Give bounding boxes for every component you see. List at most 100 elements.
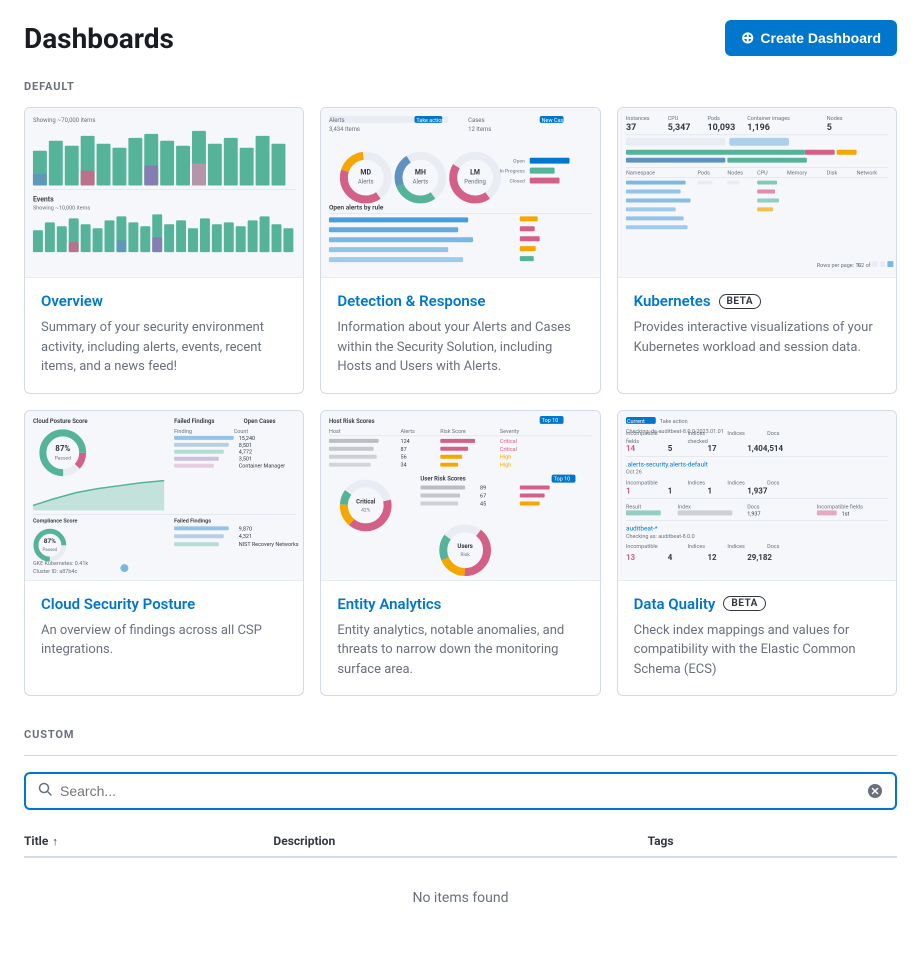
svg-text:87%: 87% [44,537,56,545]
card-preview-kubernetes: Instances CPU Pods Container images Node… [618,108,896,278]
svg-text:CPU: CPU [667,116,678,122]
svg-text:87: 87 [401,446,407,452]
default-section-label: DEFAULT [24,80,897,93]
table-header: Title ↑ Description Tags [24,826,897,858]
card-title-entity-analytics: Entity Analytics [337,595,583,613]
svg-text:9,870: 9,870 [239,526,252,532]
svg-text:Cloud Posture Score: Cloud Posture Score [33,417,88,424]
svg-text:Events: Events [33,195,54,203]
svg-text:New Case: New Case [542,118,567,124]
custom-section-label: CUSTOM [24,728,897,741]
svg-text:Cluster ID: a87b4c: Cluster ID: a87b4c [33,569,78,575]
search-input[interactable] [60,783,867,799]
svg-text:Showing ~10,000 items: Showing ~10,000 items [33,205,90,211]
svg-text:Passed: Passed [55,455,72,461]
svg-text:1,937: 1,937 [747,511,760,517]
svg-text:LM: LM [470,169,480,177]
svg-text:Count: Count [234,428,249,434]
no-items-message: No items found [24,858,897,938]
svg-text:MD: MD [361,169,372,177]
card-desc-cloud-security: An overview of findings across all CSP i… [41,621,287,660]
svg-text:67: 67 [480,493,486,499]
card-entity-analytics[interactable]: Host Risk Scores Top 10 Host Alerts Risk… [320,410,600,697]
svg-text:Host: Host [329,428,341,434]
svg-text:User Risk Scores: User Risk Scores [421,475,466,482]
card-title-cloud-security: Cloud Security Posture [41,595,287,613]
svg-text:Incompatible fields: Incompatible fields [816,503,862,510]
col-title-header[interactable]: Title ↑ [24,834,273,848]
card-title-kubernetes: Kubernetes BETA [634,292,880,310]
svg-text:Alerts: Alerts [358,179,374,186]
svg-text:Oct 26: Oct 26 [626,469,642,475]
svg-text:CPU: CPU [757,171,768,177]
card-kubernetes[interactable]: Instances CPU Pods Container images Node… [617,107,897,394]
page-title: Dashboards [24,22,174,55]
svg-text:4,321: 4,321 [239,534,252,540]
svg-text:Memory: Memory [787,171,807,177]
svg-text:8,501: 8,501 [239,442,252,448]
svg-text:Indices: Indices [727,430,745,436]
svg-text:10,093: 10,093 [707,123,735,133]
svg-text:Network: Network [856,171,877,177]
svg-text:Container images: Container images [747,116,790,122]
col-tags-header: Tags [648,834,897,848]
svg-text:Indices: Indices [687,480,705,486]
card-overview[interactable]: Showing ~70,000 items [24,107,304,394]
svg-text:Take action: Take action [417,118,445,124]
svg-text:Compliance Score: Compliance Score [33,518,78,524]
card-preview-detection-response: Alerts Take action 3,434 Items Cases New… [321,108,599,278]
card-body-cloud-security: Cloud Security Posture An overview of fi… [25,581,303,696]
card-desc-kubernetes: Provides interactive visualizations of y… [634,318,880,357]
search-clear-button[interactable] [867,783,883,799]
card-body-entity-analytics: Entity Analytics Entity analytics, notab… [321,581,599,696]
svg-text:45: 45 [480,501,486,507]
svg-text:Docs: Docs [767,430,780,436]
data-quality-beta-badge: BETA [723,596,766,611]
svg-text:12 Items: 12 Items [468,126,491,133]
svg-text:89: 89 [480,485,486,491]
svg-text:4,772: 4,772 [239,449,252,455]
svg-text:5: 5 [826,123,831,133]
svg-text:Checking: ds-auditbeat-8.0.0-2: Checking: ds-auditbeat-8.0.0-2023.01.01 [626,428,724,434]
search-container [24,772,897,810]
svg-text:NIST Recovery Networks: NIST Recovery Networks [239,542,299,548]
svg-text:checked: checked [687,438,707,444]
card-desc-detection-response: Information about your Alerts and Cases … [337,318,583,377]
svg-text:42%: 42% [361,507,371,513]
search-icon [38,782,52,800]
svg-text:Index: Index [677,504,690,510]
svg-text:Closed: Closed [510,179,525,185]
col-description-header: Description [273,834,647,848]
svg-text:GKE Kubernetes: 0.41k: GKE Kubernetes: 0.41k [33,561,88,567]
svg-text:Indices: Indices [727,480,745,486]
svg-text:Pods: Pods [707,116,720,122]
custom-section: CUSTOM Title ↑ Description Tags No items… [24,728,897,938]
svg-text:Top 10: Top 10 [542,417,559,423]
svg-text:Nodes: Nodes [727,171,743,177]
svg-text:1: 1 [707,486,712,495]
svg-text:Container Manager: Container Manager [239,463,286,469]
svg-text:Host Risk Scores: Host Risk Scores [329,417,375,424]
svg-text:High: High [500,462,511,468]
card-cloud-security[interactable]: Cloud Posture Score Failed Findings Open… [24,410,304,697]
card-body-detection-response: Detection & Response Information about y… [321,278,599,393]
svg-text:MH: MH [415,169,426,177]
svg-text:Docs: Docs [747,504,760,510]
svg-text:29,182: 29,182 [747,553,772,562]
svg-text:1,196: 1,196 [747,123,770,133]
svg-text:Failed Findings: Failed Findings [174,417,214,424]
svg-text:14: 14 [626,443,636,452]
card-data-quality[interactable]: Current Take action Incompatible Indices… [617,410,897,697]
svg-text:124: 124 [401,438,410,444]
svg-text:Open Cases: Open Cases [244,417,276,424]
svg-text:Open alerts by rule: Open alerts by rule [329,203,384,211]
svg-text:Passed: Passed [42,547,57,553]
create-dashboard-button[interactable]: ⊕ Create Dashboard [725,20,897,56]
svg-text:87%: 87% [55,443,70,452]
svg-text:High: High [500,454,511,460]
default-cards-grid: Showing ~70,000 items [24,107,897,696]
svg-text:Critical: Critical [357,498,377,505]
svg-text:Risk Score: Risk Score [441,428,467,434]
svg-text:Critical: Critical [500,446,517,452]
card-detection-response[interactable]: Alerts Take action 3,434 Items Cases New… [320,107,600,394]
